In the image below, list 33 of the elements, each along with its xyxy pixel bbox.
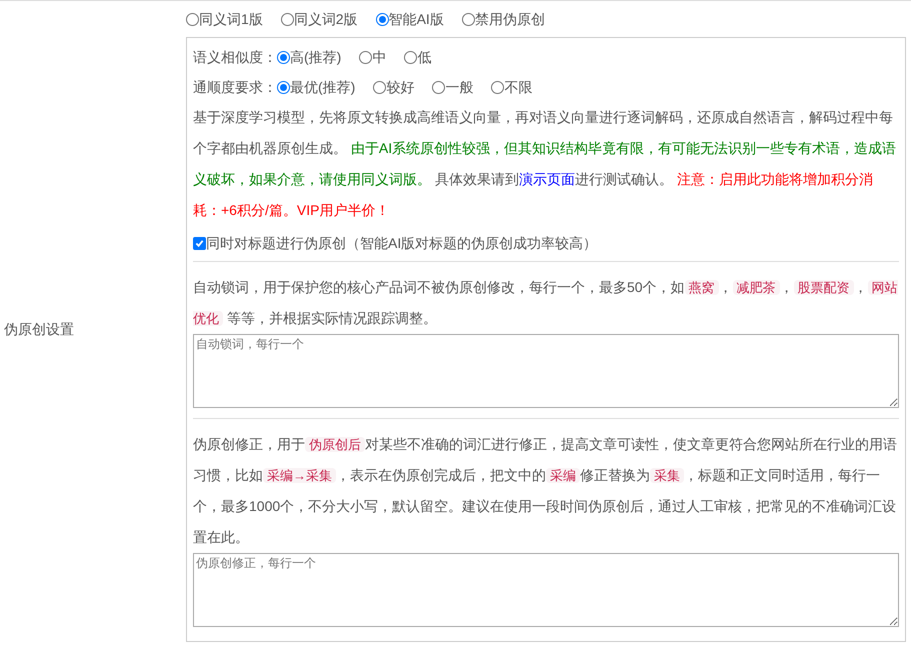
radio-option[interactable]: 同义词1版: [186, 8, 263, 30]
radio-option[interactable]: 禁用伪原创: [462, 8, 545, 30]
radio-button[interactable]: [277, 80, 290, 94]
radio-option[interactable]: 高(推荐): [277, 46, 342, 68]
option-label: 语义相似度：: [193, 48, 277, 66]
radio-option[interactable]: 中: [359, 46, 386, 68]
correction-field[interactable]: 伪原创修正，每行一个: [193, 553, 899, 627]
correction-description: 伪原创修正，用于 伪原创后 对某些不准确的词汇进行修正，提高文章可读性，使文章更符合您网站所在行业的用语习惯，比如 采编→采集 ，表示在伪原创完成后，把文中的 采编 修正替换为 采集 ，标题和正文同时适用，每行一个，最多1000个，不分大小写，默认留空。建议在使用一段时间伪原创后，通过人工审核，把常见的不准确词汇设置在此。: [193, 435, 898, 547]
section-label: 伪原创设置: [4, 320, 74, 339]
radio-option[interactable]: 低: [404, 46, 432, 68]
title-checkbox-option[interactable]: 同时对标题进行伪原创（智能AI版对标题的伪原创成功率较高）: [193, 226, 899, 262]
radio-button[interactable]: [280, 12, 294, 26]
radio-option[interactable]: 一般: [432, 76, 474, 98]
radio-button[interactable]: [491, 80, 504, 94]
option-label: 通顺度要求：: [193, 78, 277, 96]
ai-description: 基于深度学习模型，先将原文转换成高维语义向量，再对语义向量进行逐词解码，还原成自然语言，解码过程中每个字都由机器原创生成。 由于AI系统原创性较强，但其知识结构毕竟有限，有可能无法识别一些专有术语，造成语义破坏，如果介意，请使用同义词版。 具体效果请到演示页面进行测试确认。 注意：启用此功能将增加积分消耗：+6积分/篇。VIP用户半价！: [193, 108, 898, 220]
radio-button[interactable]: [376, 12, 389, 26]
radio-button[interactable]: [359, 50, 372, 64]
radio-button[interactable]: [373, 80, 386, 94]
radio-option[interactable]: 较好: [373, 76, 414, 98]
radio-option[interactable]: 最优(推荐): [277, 76, 356, 98]
radio-button[interactable]: [404, 50, 418, 64]
demo-page-link[interactable]: 演示页面: [518, 171, 575, 187]
radio-option[interactable]: 同义词2版: [280, 8, 358, 30]
radio-option[interactable]: 智能AI版: [376, 8, 444, 30]
radio-button[interactable]: [432, 80, 446, 94]
lock-words-description: 自动锁词，用于保护您的核心产品词不被伪原创修改，每行一个，最多50个，如 燕窝 ， 减肥茶 ， 股票配资 ， 网站优化 等等，并根据实际情况跟踪调整。: [193, 278, 899, 328]
radio-option[interactable]: 不限: [491, 76, 532, 98]
radio-button[interactable]: [186, 12, 199, 26]
checkbox[interactable]: [193, 237, 206, 250]
lock-words-field[interactable]: 自动锁词，每行一个: [193, 334, 899, 408]
radio-button[interactable]: [277, 50, 290, 64]
radio-button[interactable]: [462, 12, 475, 26]
